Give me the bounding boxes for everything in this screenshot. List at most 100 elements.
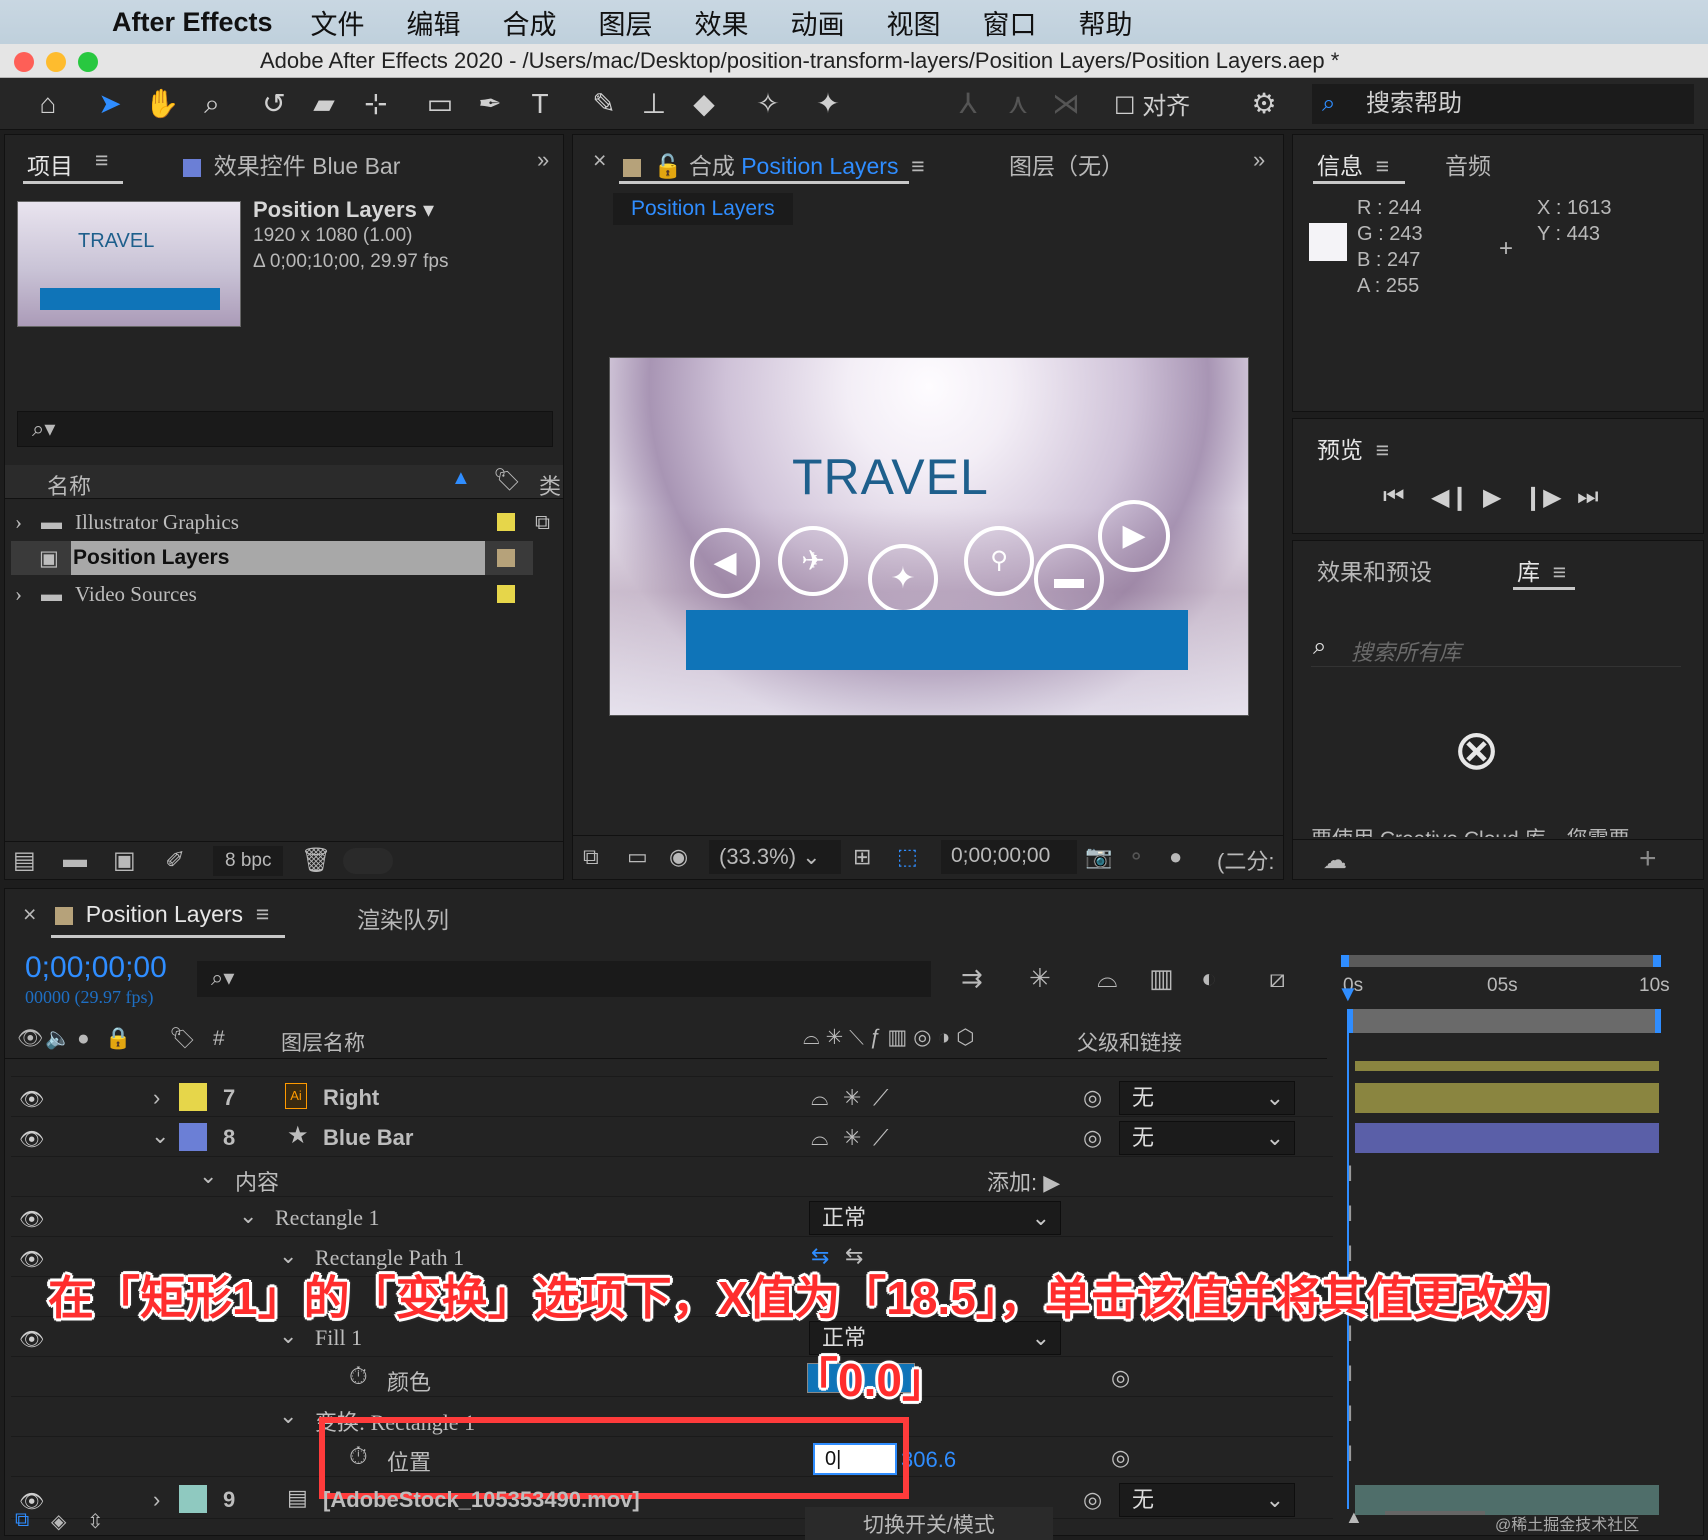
frame-blending-icon[interactable]: ▥: [1149, 963, 1174, 994]
library-menu-icon[interactable]: ≡: [1553, 559, 1566, 585]
layer-row-7[interactable]: 👁 › 7 Ai Right ⌓ ✳ ⟋ ◎ 无 ⌄: [11, 1079, 1333, 1117]
new-comp-icon[interactable]: ▣: [113, 846, 136, 875]
menu-effect[interactable]: 效果: [695, 3, 749, 42]
minimize-window-button[interactable]: [46, 52, 66, 72]
color-property-row[interactable]: ⏱ 颜色 ◎: [11, 1359, 1333, 1397]
home-icon[interactable]: ⌂: [28, 85, 68, 123]
bit-depth-button[interactable]: 8 bpc: [213, 846, 284, 876]
pickwhip-icon[interactable]: ◎: [1111, 1365, 1130, 1391]
timeline-search-input[interactable]: ⌕▾: [197, 961, 931, 997]
chevron-down-icon[interactable]: ⌄: [279, 1403, 297, 1429]
comp-name[interactable]: Position Layers ▾: [253, 197, 434, 223]
chevron-down-icon[interactable]: ⌄: [199, 1163, 217, 1189]
visibility-eye-icon[interactable]: 👁: [19, 1087, 44, 1112]
menu-file[interactable]: 文件: [311, 3, 365, 42]
comp-breadcrumb[interactable]: Position Layers: [613, 193, 793, 225]
zoom-dropdown[interactable]: (33.3%) ⌄: [709, 840, 841, 874]
tab-timeline[interactable]: Position Layers ≡: [55, 901, 269, 928]
label-color[interactable]: [497, 549, 515, 567]
zoom-window-button[interactable]: [78, 52, 98, 72]
col-name[interactable]: 名称: [47, 469, 91, 501]
camera-tool-icon[interactable]: ▰: [304, 85, 344, 123]
cloud-sync-icon[interactable]: ☁: [1323, 846, 1347, 875]
new-folder-icon[interactable]: ▬: [63, 846, 87, 874]
shy-switch-icon[interactable]: ⌓: [811, 1125, 828, 1151]
tab-render-queue[interactable]: 渲染队列: [357, 901, 449, 935]
layer-name[interactable]: Blue Bar: [323, 1125, 413, 1151]
layer-label-color[interactable]: [179, 1083, 207, 1111]
comp-menu-icon[interactable]: ≡: [911, 153, 924, 179]
composition-viewer[interactable]: TRAVEL ◀ ✈ ✦ ⚲ ▬ ▶: [609, 357, 1249, 716]
tab-layer[interactable]: 图层（无）: [1009, 147, 1124, 181]
layer-switches-icon[interactable]: ⧉: [15, 1509, 29, 1532]
timing-icon[interactable]: ⇳: [87, 1509, 104, 1534]
pickwhip-icon[interactable]: ◎: [1111, 1445, 1130, 1471]
hand-tool-icon[interactable]: ✋: [142, 85, 182, 123]
playhead-icon[interactable]: ▼: [1337, 981, 1359, 1007]
visibility-eye-icon[interactable]: 👁: [19, 1247, 44, 1272]
pickwhip-icon[interactable]: ◎: [1083, 1125, 1102, 1151]
current-time[interactable]: 0;00;00;00: [25, 951, 167, 985]
zoom-slider[interactable]: [1385, 1511, 1485, 1515]
library-search-input[interactable]: ⌕ 搜索所有库: [1311, 631, 1681, 667]
zoom-out-icon[interactable]: ▲: [1345, 1507, 1363, 1528]
draft-3d-icon[interactable]: ✳: [1029, 963, 1051, 994]
tab-composition[interactable]: 🔓 合成 Position Layers ≡: [623, 147, 925, 181]
mask-icon[interactable]: ◉: [669, 844, 688, 870]
interpret-footage-icon[interactable]: ▤: [13, 846, 36, 875]
snapshot-camera-icon[interactable]: 📷: [1085, 844, 1112, 870]
position-y-value[interactable]: 306.6: [901, 1447, 956, 1473]
lock-icon[interactable]: 🔓: [654, 153, 683, 179]
last-frame-icon[interactable]: ⏭: [1577, 483, 1599, 511]
pen-tool-icon[interactable]: ✒: [470, 85, 510, 123]
info-menu-icon[interactable]: ≡: [1376, 153, 1389, 179]
puppet-tool-icon[interactable]: ✦: [808, 85, 848, 123]
layer-name[interactable]: Right: [323, 1085, 379, 1111]
visibility-eye-icon[interactable]: 👁: [19, 1327, 44, 1352]
chevron-down-icon[interactable]: ⌄: [239, 1203, 257, 1229]
panel-overflow-icon[interactable]: »: [1253, 147, 1265, 173]
pan-behind-tool-icon[interactable]: ⊹: [356, 85, 396, 123]
close-window-button[interactable]: [14, 52, 34, 72]
menu-animation[interactable]: 动画: [791, 3, 845, 42]
parent-dropdown[interactable]: 无 ⌄: [1119, 1121, 1295, 1155]
collapse-switch-icon[interactable]: ✳: [843, 1085, 861, 1111]
eraser-tool-icon[interactable]: ◆: [684, 85, 724, 123]
label-color[interactable]: [497, 585, 515, 603]
tab-info[interactable]: 信息 ≡: [1317, 147, 1389, 181]
tab-audio[interactable]: 音频: [1445, 147, 1491, 181]
menu-composition[interactable]: 合成: [503, 3, 557, 42]
toggle-switches-modes-button[interactable]: 切换开关/模式: [805, 1507, 1053, 1540]
col-layer-name[interactable]: 图层名称: [281, 1027, 365, 1057]
app-menu[interactable]: After Effects: [112, 7, 273, 38]
panel-overflow-icon[interactable]: »: [537, 147, 549, 173]
tab-project[interactable]: 项目: [27, 147, 73, 181]
label-tag-icon[interactable]: 🏷: [493, 467, 521, 493]
add-icon[interactable]: +: [1639, 842, 1657, 876]
chevron-right-icon[interactable]: ›: [15, 577, 22, 611]
help-search-input[interactable]: ⌕ 搜索帮助: [1312, 84, 1694, 124]
shy-switch-icon[interactable]: ⌓: [811, 1085, 828, 1111]
menu-help[interactable]: 帮助: [1079, 3, 1133, 42]
pickwhip-icon[interactable]: ◎: [1083, 1085, 1102, 1111]
project-item-folder[interactable]: › ▬ Illustrator Graphics ⧉: [11, 505, 550, 539]
timeline-menu-icon[interactable]: ≡: [256, 901, 269, 927]
menu-edit[interactable]: 编辑: [407, 3, 461, 42]
quality-switch-icon[interactable]: ⟋: [873, 1125, 888, 1151]
menu-layer[interactable]: 图层: [599, 3, 653, 42]
stopwatch-icon[interactable]: ⏱: [349, 1363, 368, 1391]
play-icon[interactable]: ▶: [1483, 483, 1501, 512]
visibility-eye-icon[interactable]: 👁: [19, 1127, 44, 1152]
channel-icon[interactable]: ●: [1169, 844, 1182, 870]
close-tab-icon[interactable]: ×: [23, 901, 36, 928]
tab-libraries[interactable]: 库 ≡: [1517, 553, 1566, 587]
trash-icon[interactable]: 🗑: [301, 846, 331, 875]
graph-editor-icon[interactable]: ⧄: [1269, 963, 1286, 995]
tab-effect-controls[interactable]: 效果控件 Blue Bar: [183, 147, 400, 181]
layer-duration-bar[interactable]: [1347, 1009, 1661, 1033]
layer-8-duration-bar[interactable]: [1355, 1123, 1659, 1153]
tab-effects-presets[interactable]: 效果和预设: [1317, 553, 1432, 587]
layer-7-duration-bar[interactable]: [1355, 1083, 1659, 1113]
blend-mode-dropdown[interactable]: 正常 ⌄: [809, 1201, 1061, 1235]
time-ruler[interactable]: 0s 05s 10s ▼: [1335, 953, 1675, 1033]
